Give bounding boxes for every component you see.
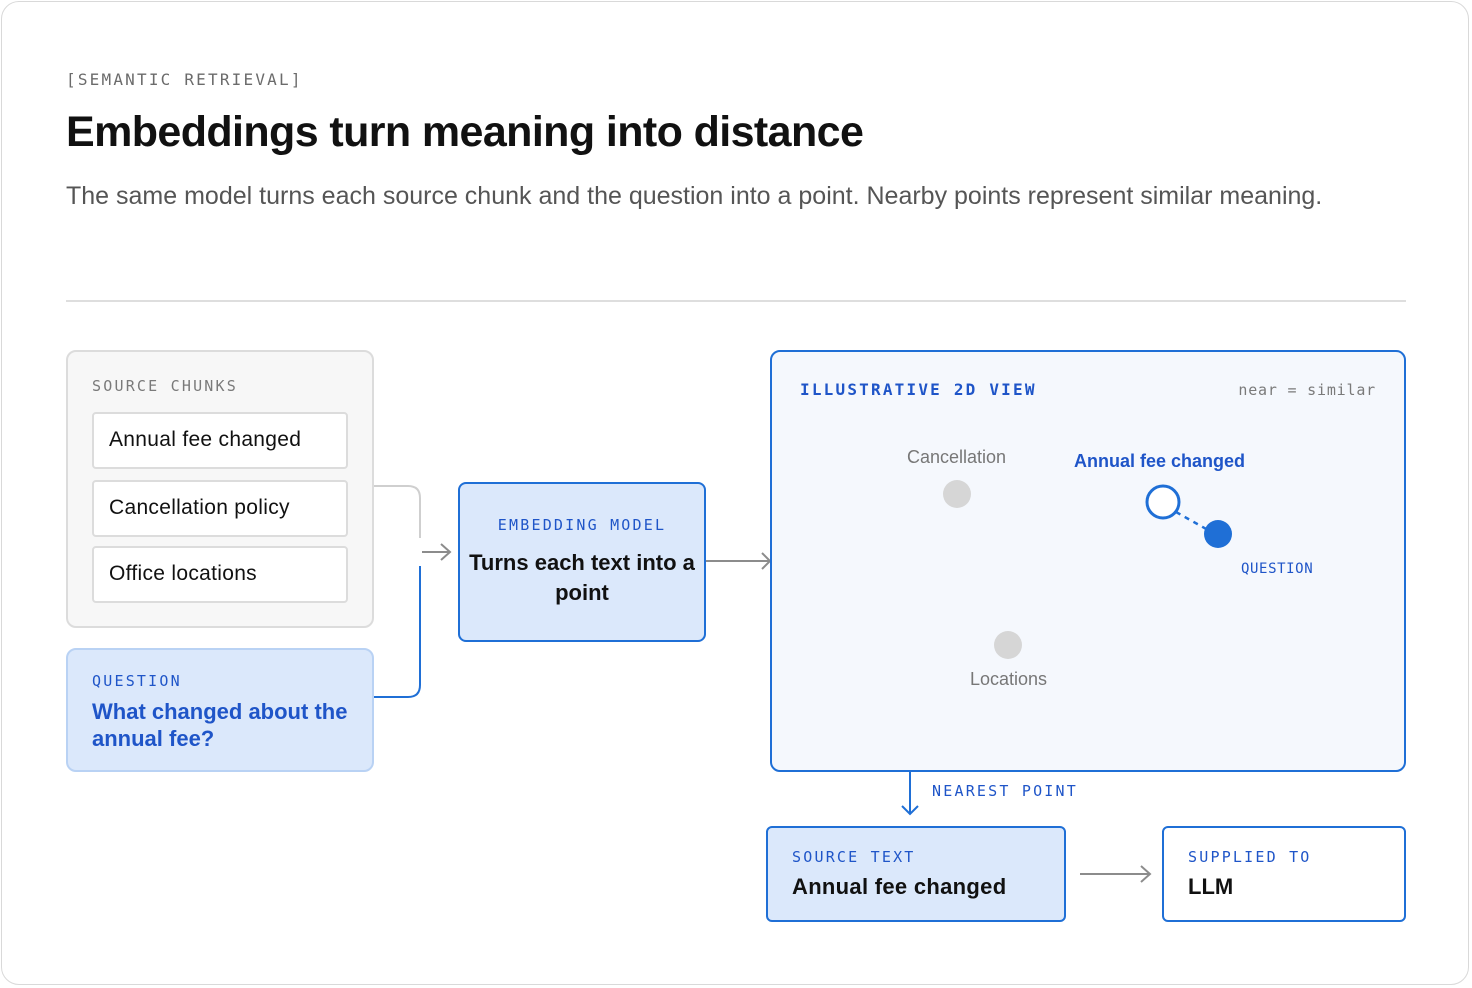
- point-label-locations: Locations: [970, 669, 1048, 689]
- similarity-link: [1175, 510, 1209, 532]
- point-cancellation: [943, 480, 971, 508]
- source-text-label: SOURCE TEXT: [792, 848, 916, 866]
- llm-value: LLM: [1188, 874, 1234, 899]
- point-label-question: QUESTION: [1241, 561, 1314, 577]
- point-locations: [994, 631, 1022, 659]
- point-label-annual-fee: Annual fee changed: [1074, 451, 1246, 471]
- point-question: [1204, 520, 1232, 548]
- nearest-point-label: NEAREST POINT: [932, 782, 1078, 800]
- supplied-to-label: SUPPLIED TO: [1188, 848, 1312, 866]
- point-label-cancellation: Cancellation: [907, 447, 1007, 467]
- source-text-value: Annual fee changed: [792, 874, 1007, 899]
- point-annual-fee: [1145, 484, 1181, 520]
